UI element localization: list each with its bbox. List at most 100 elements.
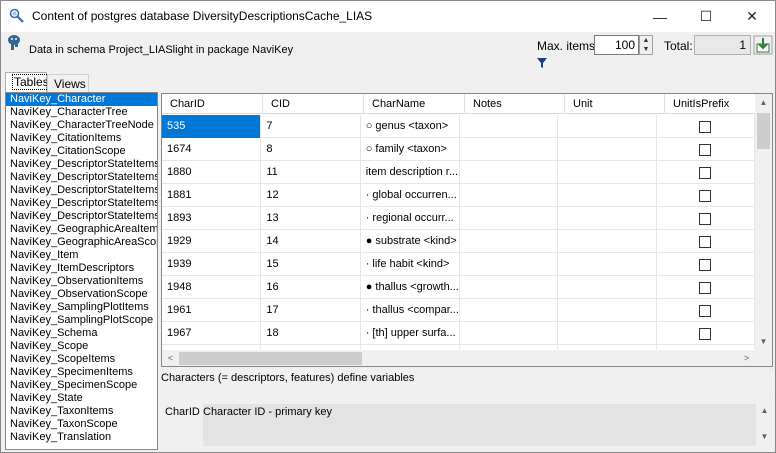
column-header-cid[interactable]: CID [263, 94, 364, 114]
list-item[interactable]: NaviKey_ItemDescriptors [6, 262, 157, 275]
minimize-button[interactable]: — [637, 1, 683, 32]
table-cell[interactable]: 15 [261, 253, 361, 276]
table-row[interactable]: 535 7 ○ genus <taxon> [162, 115, 755, 138]
scroll-up-icon[interactable]: ▲ [756, 404, 773, 418]
table-cell[interactable]: 1948 [162, 276, 262, 299]
table-cell[interactable] [558, 253, 657, 276]
table-cell[interactable]: · global occurren... [361, 184, 461, 207]
table-cell[interactable]: 7 [261, 115, 361, 138]
table-cell[interactable] [558, 138, 657, 161]
table-row[interactable]: 1967 18 · [th] upper surfa... [162, 322, 755, 345]
scroll-up-icon[interactable]: ▲ [755, 94, 772, 111]
table-cell[interactable] [460, 184, 559, 207]
table-cell[interactable]: · regional occurr... [361, 207, 461, 230]
table-cell[interactable] [460, 230, 559, 253]
table-cell[interactable]: item description r... [361, 161, 461, 184]
scroll-down-icon[interactable]: ▼ [756, 430, 773, 444]
table-cell[interactable] [460, 138, 559, 161]
table-cell[interactable]: · life habit <kind> [361, 253, 461, 276]
unit-is-prefix-checkbox[interactable] [699, 304, 712, 317]
list-item[interactable]: NaviKey_Item [6, 249, 157, 262]
table-cell[interactable]: 17 [261, 299, 361, 322]
table-cell[interactable] [558, 184, 657, 207]
table-cell[interactable] [460, 161, 559, 184]
unit-is-prefix-checkbox[interactable] [699, 212, 712, 225]
table-cell[interactable]: ● thallus <growth... [361, 276, 461, 299]
list-item[interactable]: NaviKey_ObservationScope [6, 288, 157, 301]
export-icon[interactable] [753, 35, 773, 55]
list-item[interactable]: NaviKey_ScopeItems [6, 353, 157, 366]
list-item[interactable]: NaviKey_SpecimenItems [6, 366, 157, 379]
vertical-scroll-thumb[interactable] [757, 113, 770, 149]
horizontal-scroll-thumb[interactable] [179, 352, 362, 365]
table-cell[interactable] [460, 276, 559, 299]
table-cell[interactable] [460, 322, 559, 345]
list-item[interactable]: NaviKey_CharacterTreeNode [6, 119, 157, 132]
unit-is-prefix-checkbox[interactable] [699, 281, 712, 294]
list-item[interactable]: NaviKey_DescriptorStateItemsI [6, 210, 157, 223]
close-button[interactable]: ✕ [729, 1, 775, 32]
table-cell[interactable] [558, 207, 657, 230]
table-cell[interactable]: 18 [261, 322, 361, 345]
table-cell[interactable]: 13 [261, 207, 361, 230]
list-item[interactable]: NaviKey_CitationItems [6, 132, 157, 145]
column-header-unit[interactable]: Unit [565, 94, 665, 114]
spin-down-icon[interactable]: ▼ [640, 45, 652, 54]
table-cell[interactable] [558, 161, 657, 184]
table-cell[interactable] [460, 345, 559, 349]
list-item[interactable]: NaviKey_DescriptorStateItemsI [6, 171, 157, 184]
list-item[interactable]: NaviKey_CharacterTree [6, 106, 157, 119]
list-item[interactable]: NaviKey_Translation [6, 431, 157, 444]
table-cell[interactable]: 19 [261, 345, 361, 349]
list-item[interactable]: NaviKey_Schema [6, 327, 157, 340]
list-item[interactable]: NaviKey_Character [6, 93, 157, 106]
table-cell[interactable]: 1893 [162, 207, 262, 230]
table-cell[interactable] [558, 322, 657, 345]
column-header-notes[interactable]: Notes [465, 94, 565, 114]
column-header-charid[interactable]: CharID [162, 94, 263, 114]
data-grid[interactable]: CharID CID CharName Notes Unit UnitIsPre… [161, 93, 773, 367]
unit-is-prefix-checkbox[interactable] [699, 120, 712, 133]
table-cell[interactable]: · [th] upper surfa... [361, 322, 461, 345]
table-cell[interactable] [460, 207, 559, 230]
table-row[interactable]: 1929 14 ● substrate <kind> [162, 230, 755, 253]
tab-views[interactable]: Views [47, 74, 89, 92]
list-item[interactable]: NaviKey_GeographicAreaScop [6, 236, 157, 249]
table-cell[interactable]: 1674 [162, 138, 262, 161]
list-item[interactable]: NaviKey_DescriptorStateItemsI [6, 197, 157, 210]
unit-is-prefix-checkbox[interactable] [699, 235, 712, 248]
table-cell[interactable] [558, 299, 657, 322]
column-header-unitisprefix[interactable]: UnitIsPrefix [665, 94, 765, 114]
unit-is-prefix-checkbox[interactable] [699, 327, 712, 340]
table-cell[interactable]: ○ family <taxon> [361, 138, 461, 161]
table-cell[interactable]: ○ genus <taxon> [361, 115, 461, 138]
column-header-charname[interactable]: CharName [364, 94, 465, 114]
list-item[interactable]: NaviKey_CitationScope [6, 145, 157, 158]
list-item[interactable]: NaviKey_ObservationItems [6, 275, 157, 288]
list-item[interactable]: NaviKey_TaxonScope [6, 418, 157, 431]
table-cell[interactable]: 16 [261, 276, 361, 299]
list-item[interactable]: NaviKey_DescriptorStateItems [6, 158, 157, 171]
table-cell[interactable]: · [th] upper surfac... [361, 345, 461, 349]
table-row[interactable]: 1939 15 · life habit <kind> [162, 253, 755, 276]
list-item[interactable]: NaviKey_TaxonItems [6, 405, 157, 418]
table-row[interactable]: 1880 11 item description r... [162, 161, 755, 184]
field-description-scrollbar[interactable]: ▲ ▼ [756, 404, 773, 446]
description-scrollbar[interactable] [756, 369, 773, 397]
unit-is-prefix-checkbox[interactable] [699, 258, 712, 271]
list-item[interactable]: NaviKey_GeographicAreaItems [6, 223, 157, 236]
table-cell[interactable]: 1880 [162, 161, 262, 184]
table-row[interactable]: 1674 8 ○ family <taxon> [162, 138, 755, 161]
table-row[interactable]: 1948 16 ● thallus <growth... [162, 276, 755, 299]
vertical-scrollbar[interactable]: ▲ ▼ [755, 94, 772, 350]
table-cell[interactable] [558, 230, 657, 253]
unit-is-prefix-checkbox[interactable] [699, 166, 712, 179]
table-cell[interactable] [460, 253, 559, 276]
table-cell[interactable] [460, 115, 559, 138]
max-items-spinner[interactable]: ▲ ▼ [639, 35, 653, 55]
table-cell[interactable]: 11 [261, 161, 361, 184]
list-item[interactable]: NaviKey_SamplingPlotScope [6, 314, 157, 327]
table-cell[interactable]: 14 [261, 230, 361, 253]
table-cell[interactable]: · thallus <compar... [361, 299, 461, 322]
table-cell[interactable]: 1967 [162, 322, 262, 345]
